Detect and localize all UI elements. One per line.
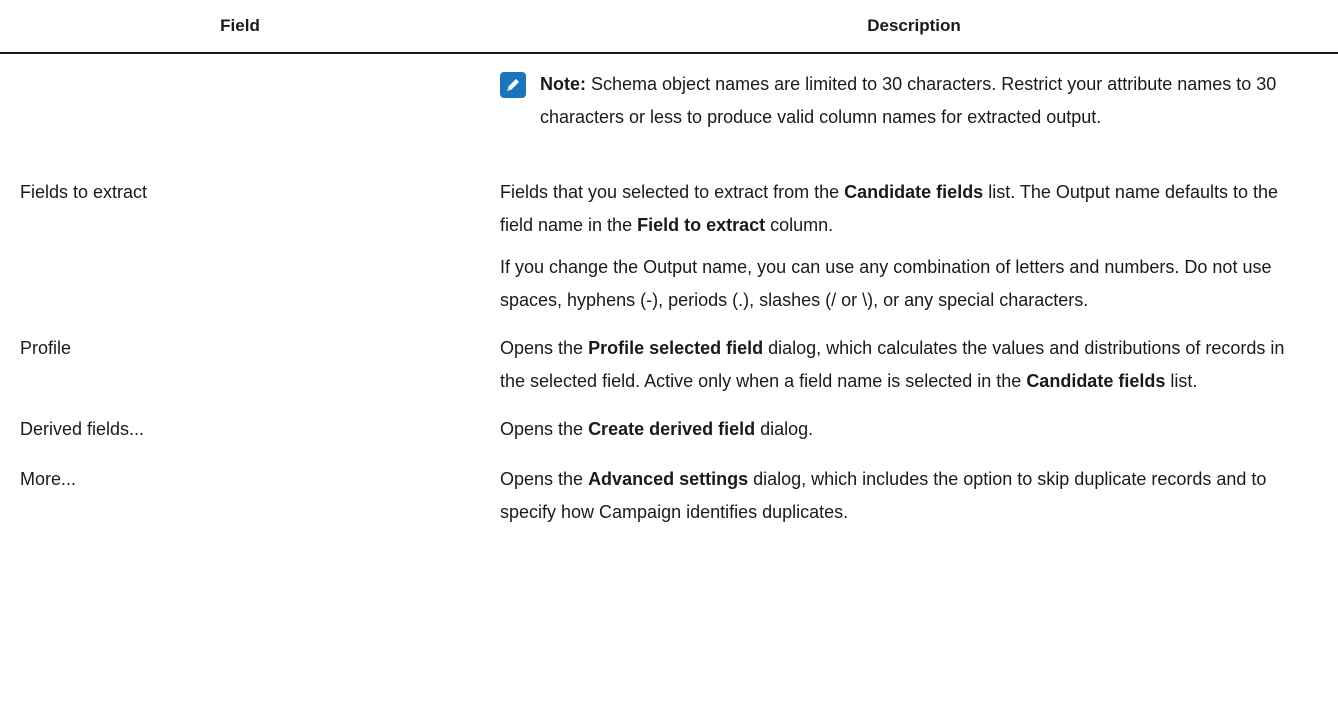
header-description: Description [867,16,961,35]
note-label: Note: [540,74,586,94]
header-field: Field [220,16,260,35]
text-run: list. [1165,371,1198,391]
description-cell: Fields that you selected to extract from… [480,176,1310,326]
ui-term-candidate-fields: Candidate fields [844,182,984,202]
table-row: Profile Opens the Profile selected field… [0,326,1338,407]
text-run: Fields that you selected to extract from… [500,182,845,202]
description-cell: Opens the Create derived field dialog. [480,413,1310,455]
text-run: column. [765,215,834,235]
ui-term-create-derived-field: Create derived field [588,419,756,439]
pencil-note-icon [500,72,526,98]
field-description-table: Field Description Note: Schema object na… [0,0,1338,538]
ui-term-advanced-settings: Advanced settings [588,469,749,489]
description-paragraph: Opens the Create derived field dialog. [500,413,1310,446]
note-callout: Note: Schema object names are limited to… [500,54,1310,162]
description-cell: Opens the Profile selected field dialog,… [480,332,1310,407]
field-cell: Fields to extract [20,182,148,202]
text-run: Opens the [500,419,589,439]
text-run: dialog. [755,419,814,439]
description-cell: Opens the Advanced settings dialog, whic… [480,463,1310,538]
description-cell: Note: Schema object names are limited to… [480,54,1310,162]
table-row-note: Note: Schema object names are limited to… [0,54,1338,162]
note-text: Note: Schema object names are limited to… [540,68,1310,134]
description-paragraph: Opens the Advanced settings dialog, whic… [500,463,1310,529]
text-run: Opens the [500,469,589,489]
text-run: Opens the [500,338,589,358]
field-cell: Derived fields... [20,419,145,439]
description-paragraph: If you change the Output name, you can u… [500,257,1272,310]
description-paragraph: Opens the Profile selected field dialog,… [500,332,1310,398]
table-header: Field Description [0,0,1338,54]
note-body: Schema object names are limited to 30 ch… [540,74,1277,127]
table-row: Derived fields... Opens the Create deriv… [0,407,1338,455]
description-paragraph: Fields that you selected to extract from… [500,176,1310,242]
field-cell: More... [20,469,77,489]
table-row: More... Opens the Advanced settings dial… [0,455,1338,538]
field-cell-empty [0,54,480,162]
ui-term-candidate-fields: Candidate fields [1026,371,1166,391]
field-cell: Profile [20,338,72,358]
ui-term-profile-selected-field: Profile selected field [588,338,764,358]
table-row: Fields to extract Fields that you select… [0,162,1338,326]
ui-term-field-to-extract: Field to extract [637,215,766,235]
